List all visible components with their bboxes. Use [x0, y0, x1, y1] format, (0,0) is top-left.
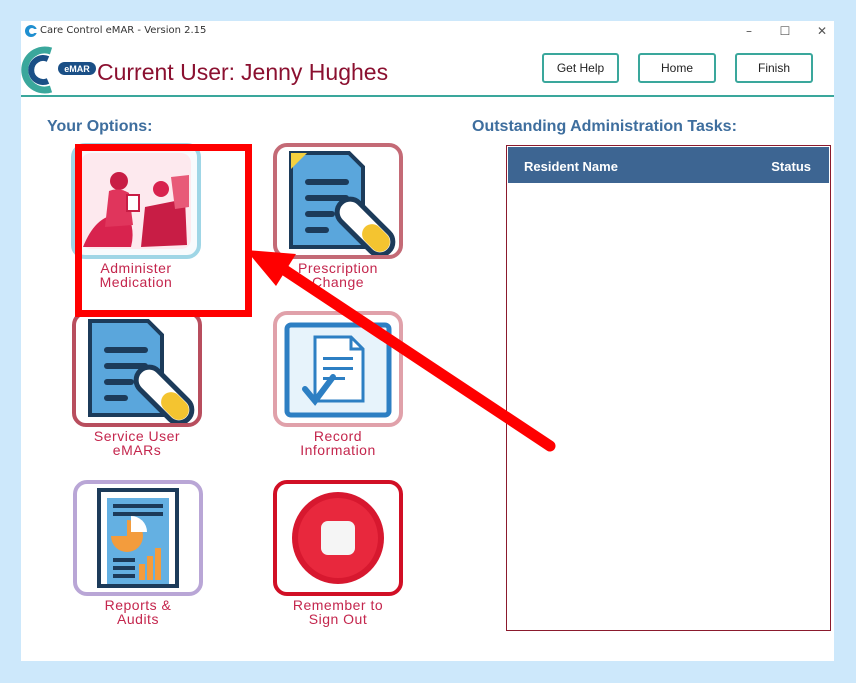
app-logo-icon [25, 25, 38, 37]
tile-frame [273, 480, 403, 596]
service-user-emars-tile[interactable]: Service User eMARs [62, 311, 212, 461]
tile-label-line1: Record [313, 428, 363, 444]
finish-button[interactable]: Finish [735, 53, 813, 83]
tile-label-line2: Medication [99, 274, 173, 290]
column-status[interactable]: Status [771, 159, 811, 174]
tile-label-line2: Sign Out [308, 611, 368, 627]
logo-text: eMAR [64, 64, 90, 74]
tile-label-line2: eMARs [112, 442, 162, 458]
header-divider [21, 95, 834, 97]
record-document-icon [284, 322, 392, 418]
tile-label: Reports & Audits [63, 598, 213, 626]
home-button[interactable]: Home [638, 53, 716, 83]
administer-medication-tile[interactable]: Administer Medication [61, 143, 211, 293]
tile-label-line1: Reports & [104, 597, 172, 613]
close-button[interactable]: ✕ [804, 21, 840, 41]
window-title: Care Control eMAR - Version 2.15 [40, 25, 207, 36]
get-help-button[interactable]: Get Help [542, 53, 619, 83]
tile-label: Service User eMARs [62, 429, 212, 457]
app-header: eMAR Current User: Jenny Hughes Get Help … [21, 43, 834, 97]
tasks-table: Resident Name Status [506, 145, 831, 631]
current-user: Current User: Jenny Hughes [97, 59, 388, 86]
tile-frame [71, 143, 201, 259]
sign-out-tile[interactable]: Remember to Sign Out [263, 480, 413, 630]
minimize-button[interactable]: – [731, 21, 767, 41]
maximize-button[interactable]: ☐ [767, 21, 803, 41]
tasks-table-header: Resident Name Status [508, 147, 829, 183]
care-control-logo: eMAR [21, 46, 96, 94]
tile-label: Remember to Sign Out [263, 598, 413, 626]
current-user-label: Current User: [97, 59, 236, 85]
tile-label-line2: Change [311, 274, 365, 290]
app-window: Care Control eMAR - Version 2.15 – ☐ ✕ e… [21, 21, 834, 661]
column-resident-name[interactable]: Resident Name [524, 159, 618, 174]
tasks-title: Outstanding Administration Tasks: [472, 118, 737, 135]
tile-label-line1: Prescription [298, 260, 378, 276]
tile-label-line2: Audits [117, 611, 159, 627]
record-information-tile[interactable]: Record Information [263, 311, 413, 461]
nurse-patient-icon [81, 153, 191, 249]
current-user-name: Jenny Hughes [241, 59, 389, 85]
tile-label-line2: Information [300, 442, 376, 458]
stop-sign-out-icon [292, 492, 384, 584]
title-bar: Care Control eMAR - Version 2.15 – ☐ ✕ [21, 21, 834, 41]
tile-frame [72, 311, 202, 427]
tile-frame [73, 480, 203, 596]
reports-chart-icon [97, 488, 179, 588]
tile-label: Administer Medication [61, 261, 211, 289]
tile-label-line1: Service User [93, 428, 181, 444]
options-title: Your Options: [47, 118, 153, 135]
tile-label-line1: Administer [100, 260, 172, 276]
tile-frame [273, 311, 403, 427]
emar-document-icon [88, 319, 195, 426]
reports-audits-tile[interactable]: Reports & Audits [63, 480, 213, 630]
tile-label: Prescription Change [263, 261, 413, 289]
tile-label-line1: Remember to [292, 597, 384, 613]
tile-frame [273, 143, 403, 259]
prescription-change-tile[interactable]: Prescription Change [263, 143, 413, 293]
prescription-document-icon [289, 151, 396, 258]
tile-label: Record Information [263, 429, 413, 457]
